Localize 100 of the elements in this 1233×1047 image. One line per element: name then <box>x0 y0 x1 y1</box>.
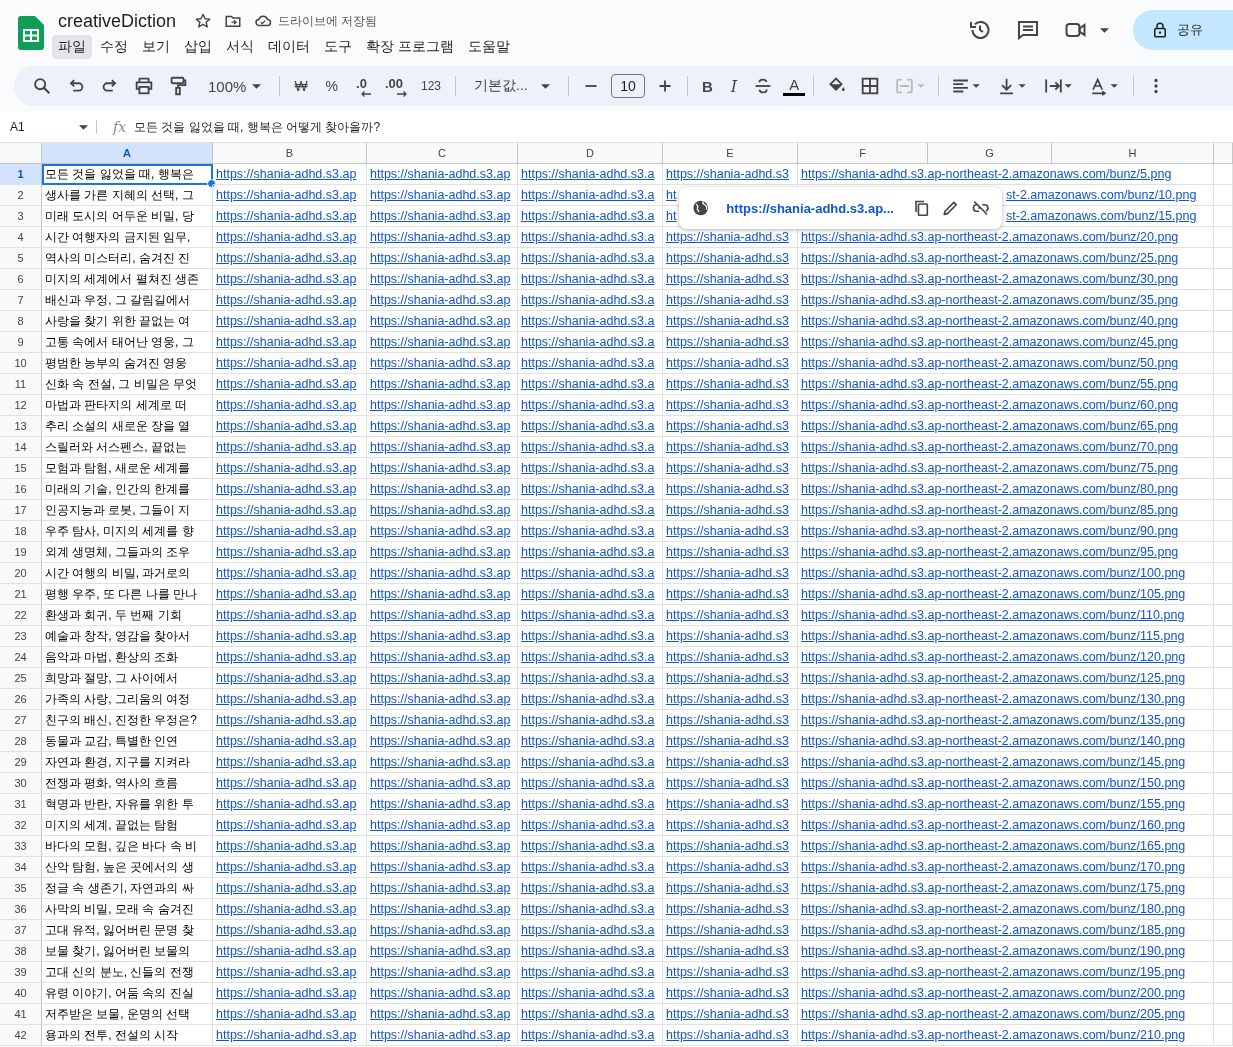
table-cell[interactable] <box>1214 248 1233 269</box>
column-header[interactable]: B <box>213 143 367 164</box>
table-cell[interactable] <box>1214 458 1233 479</box>
table-cell[interactable]: 혁명과 반란, 자유를 위한 투 <box>42 794 213 815</box>
row-header[interactable]: 7 <box>0 290 42 311</box>
link[interactable]: https://shania-adhd.s3 <box>666 356 789 370</box>
link[interactable]: https://shania-adhd.s3.ap-northeast-2.amazonaws.com/bunz/50.png <box>801 356 1179 370</box>
table-cell[interactable]: https://shania-adhd.s3 <box>663 920 798 941</box>
table-cell[interactable]: https://shania-adhd.s3.a <box>518 437 663 458</box>
table-cell[interactable]: https://shania-adhd.s3 <box>663 458 798 479</box>
table-cell[interactable]: https://shania-adhd.s3.ap <box>367 1004 518 1025</box>
link[interactable]: https://shania-adhd.s3 <box>666 419 789 433</box>
comment-icon[interactable] <box>1016 18 1040 42</box>
link[interactable]: https://shania-adhd.s3 <box>666 1007 789 1021</box>
link[interactable]: https://shania-adhd.s3.ap <box>370 209 511 223</box>
link[interactable]: https://shania-adhd.s3.ap <box>216 272 357 286</box>
table-cell[interactable]: https://shania-adhd.s3.ap <box>213 899 367 920</box>
table-cell[interactable]: https://shania-adhd.s3.ap <box>213 311 367 332</box>
table-cell[interactable]: https://shania-adhd.s3.a <box>518 878 663 899</box>
table-cell[interactable] <box>1214 605 1233 626</box>
table-cell[interactable]: https://shania-adhd.s3.ap-northeast-2.amazonaws.com/bunz/90.png <box>798 521 1214 542</box>
sheets-logo-icon[interactable] <box>18 16 44 50</box>
table-cell[interactable]: 시간 여행자의 금지된 임무, <box>42 227 213 248</box>
unlink-icon[interactable] <box>970 198 990 218</box>
link[interactable]: https://shania-adhd.s3 <box>666 734 789 748</box>
table-cell[interactable]: https://shania-adhd.s3.ap <box>213 647 367 668</box>
link[interactable]: https://shania-adhd.s3.a <box>521 650 655 664</box>
link[interactable]: https://shania-adhd.s3.a <box>521 608 655 622</box>
table-cell[interactable]: https://shania-adhd.s3 <box>663 395 798 416</box>
link[interactable]: https://shania-adhd.s3.ap <box>216 713 357 727</box>
table-cell[interactable]: https://shania-adhd.s3.ap <box>367 353 518 374</box>
link[interactable]: https://shania-adhd.s3.ap <box>216 1007 357 1021</box>
table-cell[interactable]: https://shania-adhd.s3.ap <box>367 584 518 605</box>
link[interactable]: https://shania-adhd.s3.ap <box>370 650 511 664</box>
link[interactable]: https://shania-adhd.s3.ap <box>370 272 511 286</box>
link[interactable]: https://shania-adhd.s3.ap <box>370 524 511 538</box>
link[interactable]: https://shania-adhd.s3.ap-northeast-2.amazonaws.com/bunz/25.png <box>801 251 1179 265</box>
link[interactable]: https://shania-adhd.s3.ap-northeast-2.amazonaws.com/bunz/155.png <box>801 797 1186 811</box>
link[interactable]: https://shania-adhd.s3.a <box>521 503 655 517</box>
link[interactable]: https://shania-adhd.s3.ap-northeast-2.amazonaws.com/bunz/195.png <box>801 965 1186 979</box>
table-cell[interactable]: https://shania-adhd.s3.ap-northeast-2.amazonaws.com/bunz/130.png <box>798 689 1214 710</box>
table-cell[interactable] <box>1214 773 1233 794</box>
link[interactable]: https://shania-adhd.s3 <box>666 986 789 1000</box>
link[interactable]: https://shania-adhd.s3.a <box>521 272 655 286</box>
table-cell[interactable]: https://shania-adhd.s3.ap-northeast-2.amazonaws.com/bunz/25.png <box>798 248 1214 269</box>
table-cell[interactable]: 친구의 배신, 진정한 우정은? <box>42 710 213 731</box>
link[interactable]: https://shania-adhd.s3.ap <box>216 734 357 748</box>
row-header[interactable]: 30 <box>0 773 42 794</box>
table-cell[interactable]: https://shania-adhd.s3 <box>663 437 798 458</box>
link[interactable]: https://shania-adhd.s3.ap-northeast-2.amazonaws.com/bunz/160.png <box>801 818 1186 832</box>
table-cell[interactable]: https://shania-adhd.s3.ap-northeast-2.amazonaws.com/bunz/85.png <box>798 500 1214 521</box>
table-cell[interactable]: https://shania-adhd.s3 <box>663 1025 798 1046</box>
link[interactable]: https://shania-adhd.s3.ap <box>370 566 511 580</box>
link[interactable]: https://shania-adhd.s3.ap <box>370 629 511 643</box>
link[interactable]: https://shania-adhd.s3.a <box>521 1028 655 1042</box>
row-header[interactable]: 2 <box>0 185 42 206</box>
link[interactable]: https://shania-adhd.s3.ap <box>370 461 511 475</box>
table-cell[interactable]: https://shania-adhd.s3.ap <box>213 542 367 563</box>
table-cell[interactable]: https://shania-adhd.s3.a <box>518 458 663 479</box>
table-cell[interactable]: 보물 찾기, 잃어버린 보물의 <box>42 941 213 962</box>
row-header[interactable]: 19 <box>0 542 42 563</box>
table-cell[interactable]: https://shania-adhd.s3.ap <box>213 1025 367 1046</box>
link[interactable]: https://shania-adhd.s3.a <box>521 818 655 832</box>
table-cell[interactable]: https://shania-adhd.s3.ap <box>367 185 518 206</box>
menu-item[interactable]: 확장 프로그램 <box>360 35 460 59</box>
table-cell[interactable]: https://shania-adhd.s3 <box>663 668 798 689</box>
row-header[interactable]: 15 <box>0 458 42 479</box>
table-cell[interactable]: https://shania-adhd.s3.ap <box>213 731 367 752</box>
table-cell[interactable]: https://shania-adhd.s3.a <box>518 164 663 185</box>
table-cell[interactable]: https://shania-adhd.s3.ap <box>367 269 518 290</box>
table-cell[interactable]: https://shania-adhd.s3 <box>663 374 798 395</box>
table-cell[interactable] <box>1214 185 1233 206</box>
table-cell[interactable]: https://shania-adhd.s3.ap <box>213 836 367 857</box>
table-cell[interactable]: https://shania-adhd.s3.ap <box>213 437 367 458</box>
table-cell[interactable]: https://shania-adhd.s3 <box>663 332 798 353</box>
table-cell[interactable]: https://shania-adhd.s3.ap <box>367 710 518 731</box>
table-cell[interactable]: https://shania-adhd.s3.ap <box>367 458 518 479</box>
link[interactable]: https://shania-adhd.s3.a <box>521 398 655 412</box>
table-cell[interactable]: https://shania-adhd.s3 <box>663 836 798 857</box>
table-cell[interactable]: https://shania-adhd.s3.ap <box>213 1004 367 1025</box>
zoom-dropdown[interactable]: 100% <box>202 77 268 95</box>
table-cell[interactable]: https://shania-adhd.s3.ap <box>213 668 367 689</box>
table-cell[interactable]: https://shania-adhd.s3.ap-northeast-2.amazonaws.com/bunz/35.png <box>798 290 1214 311</box>
menu-item[interactable]: 도구 <box>318 35 358 59</box>
table-cell[interactable]: https://shania-adhd.s3 <box>663 416 798 437</box>
row-header[interactable]: 18 <box>0 521 42 542</box>
table-cell[interactable]: https://shania-adhd.s3.ap <box>213 962 367 983</box>
table-cell[interactable]: https://shania-adhd.s3.ap <box>367 983 518 1004</box>
table-cell[interactable]: 평범한 농부의 숨겨진 영웅 <box>42 353 213 374</box>
link[interactable]: https://shania-adhd.s3 <box>666 944 789 958</box>
link[interactable]: https://shania-adhd.s3.ap-northeast-2.amazonaws.com/bunz/70.png <box>801 440 1179 454</box>
link[interactable]: https://shania-adhd.s3.ap-northeast-2.amazonaws.com/bunz/90.png <box>801 524 1179 538</box>
table-cell[interactable]: 산악 탐험, 높은 곳에서의 생 <box>42 857 213 878</box>
table-cell[interactable]: https://shania-adhd.s3.ap <box>367 920 518 941</box>
link[interactable]: https://shania-adhd.s3.a <box>521 629 655 643</box>
link[interactable]: https://shania-adhd.s3.ap-northeast-2.amazonaws.com/bunz/65.png <box>801 419 1179 433</box>
table-cell[interactable]: https://shania-adhd.s3.ap <box>213 374 367 395</box>
link[interactable]: https://shania-adhd.s3.ap-northeast-2.amazonaws.com/bunz/60.png <box>801 398 1179 412</box>
table-cell[interactable]: https://shania-adhd.s3.ap <box>213 248 367 269</box>
row-header[interactable]: 31 <box>0 794 42 815</box>
